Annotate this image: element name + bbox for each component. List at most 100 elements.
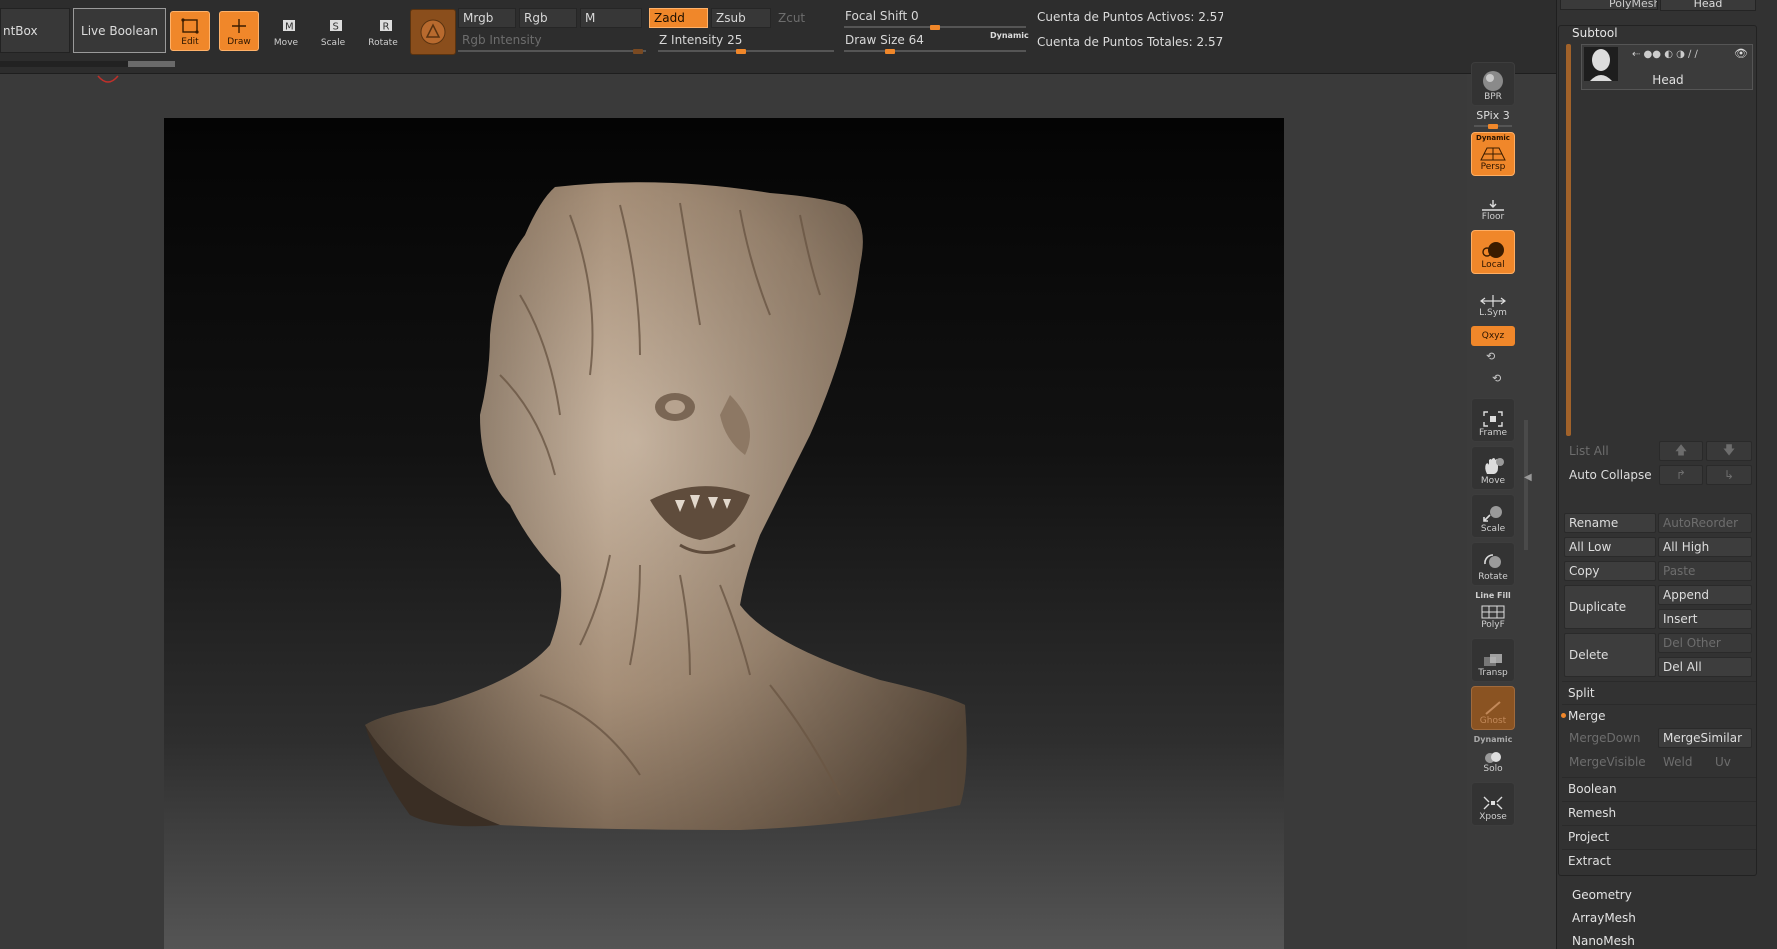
floor-label: Floor — [1481, 212, 1505, 222]
draw-size-value: 64 — [908, 33, 924, 47]
rgb-button[interactable]: Rgb — [519, 8, 577, 28]
zsub-button[interactable]: Zsub — [711, 8, 771, 28]
z-intensity-knob[interactable] — [736, 48, 746, 54]
floor-button[interactable]: Floor — [1471, 182, 1515, 226]
scale-button[interactable]: S Scale — [313, 11, 353, 51]
geometry-menu[interactable]: Geometry — [1572, 888, 1632, 902]
head-model[interactable] — [340, 175, 980, 838]
auto-collapse-button[interactable]: Auto Collapse — [1564, 465, 1656, 485]
draw-button[interactable]: Draw — [219, 11, 259, 51]
all-high-button[interactable]: All High — [1658, 537, 1752, 557]
right-shelf: BPR SPix 3 Dynamic Persp Floor Local L.S… — [1468, 62, 1518, 837]
focal-shift-value: 0 — [911, 9, 919, 23]
split-section[interactable]: Split — [1562, 681, 1756, 703]
delete-button[interactable]: Delete — [1564, 633, 1656, 677]
move-view-button[interactable]: Move — [1471, 446, 1515, 490]
scale-view-button[interactable]: Scale — [1471, 494, 1515, 538]
list-all-button[interactable]: List All — [1564, 441, 1656, 461]
polyf-grid-icon — [1481, 605, 1505, 619]
eye-icon[interactable]: 👁 — [1734, 47, 1748, 60]
xpose-button[interactable]: Xpose — [1471, 782, 1515, 826]
all-low-button[interactable]: All Low — [1564, 537, 1656, 557]
focal-shift-knob[interactable] — [930, 24, 940, 30]
shelf-scrollbar[interactable] — [1524, 420, 1528, 550]
draw-size-slider[interactable] — [844, 48, 1026, 54]
frame-button[interactable]: Frame — [1471, 398, 1515, 442]
polymesh-button[interactable]: PolyMesh3D — [1560, 0, 1658, 10]
insert-button[interactable]: Insert — [1658, 609, 1752, 629]
mergesimilar-button[interactable]: MergeSimilar — [1658, 728, 1752, 748]
rotate-view-button[interactable]: Rotate — [1471, 542, 1515, 586]
xyz-button[interactable]: Qxyz — [1471, 326, 1515, 346]
spix-slider[interactable] — [1474, 123, 1512, 129]
rotate-button[interactable]: R Rotate — [363, 11, 403, 51]
edit-button[interactable]: Edit — [170, 11, 210, 51]
move-up-button[interactable]: 🡅 — [1659, 441, 1703, 461]
draw-label: Draw — [227, 37, 251, 47]
svg-text:S: S — [333, 22, 339, 33]
spix-label[interactable]: SPix 3 — [1468, 109, 1518, 122]
rotate-z-icon[interactable]: ⟲ — [1492, 372, 1501, 385]
top-scrollbar[interactable] — [0, 61, 175, 67]
lightbox-button[interactable]: ntBox — [0, 8, 70, 53]
z-intensity-field: Z Intensity 25 — [655, 30, 835, 50]
lsym-button[interactable]: L.Sym — [1471, 278, 1515, 322]
z-intensity-slider[interactable] — [658, 48, 834, 54]
brush-selector[interactable] — [410, 9, 456, 55]
subtool-scrollbar[interactable] — [1566, 44, 1571, 436]
top-scrollbar-thumb[interactable] — [128, 61, 175, 67]
rotate-view-icon — [1484, 554, 1501, 568]
rgb-intensity-slider[interactable] — [458, 48, 646, 54]
paste-button[interactable]: Paste — [1658, 561, 1752, 581]
merge-section[interactable]: Merge — [1562, 704, 1756, 726]
arraymesh-menu[interactable]: ArrayMesh — [1572, 911, 1636, 925]
live-boolean-button[interactable]: Live Boolean — [73, 8, 166, 53]
draw-size-label: Draw Size — [845, 33, 905, 47]
subtool-visibility-toggles[interactable]: ⇠ ●● ◐ ◑ ∕ ∕ — [1632, 49, 1698, 60]
dynamic-toggle[interactable]: Dynamic — [990, 31, 1029, 40]
extract-section[interactable]: Extract — [1562, 849, 1756, 871]
persp-button[interactable]: Dynamic Persp — [1471, 132, 1515, 176]
move-down-button[interactable]: 🡇 — [1706, 441, 1752, 461]
zadd-button[interactable]: Zadd — [649, 8, 708, 28]
mergevisible-button[interactable]: MergeVisible — [1564, 752, 1656, 772]
rename-button[interactable]: Rename — [1564, 513, 1656, 533]
rotate-view-label: Rotate — [1478, 572, 1508, 582]
spix-knob[interactable] — [1488, 123, 1498, 129]
focal-shift-slider[interactable] — [844, 24, 1026, 30]
draw-size-knob[interactable] — [885, 48, 895, 54]
remesh-section[interactable]: Remesh — [1562, 801, 1756, 823]
arrow-right-up-button[interactable]: ↱ — [1659, 465, 1703, 485]
mergedown-button[interactable]: MergeDown — [1564, 728, 1656, 748]
del-other-button[interactable]: Del Other — [1658, 633, 1752, 653]
copy-button[interactable]: Copy — [1564, 561, 1656, 581]
rotate-y-icon[interactable]: ⟲ — [1486, 350, 1495, 363]
subtool-title[interactable]: Subtool — [1572, 26, 1618, 40]
arrow-turn-down-icon: ↳ — [1723, 468, 1735, 482]
nanomesh-menu[interactable]: NanoMesh — [1572, 934, 1635, 948]
project-section[interactable]: Project — [1562, 825, 1756, 847]
mrgb-button[interactable]: Mrgb — [458, 8, 516, 28]
local-button[interactable]: Local — [1471, 230, 1515, 274]
transp-button[interactable]: Transp — [1471, 638, 1515, 682]
del-all-button[interactable]: Del All — [1658, 657, 1752, 677]
head-tool-tab[interactable]: Head — [1660, 0, 1756, 11]
bpr-button[interactable]: BPR — [1471, 62, 1515, 106]
transp-icon — [1484, 654, 1502, 666]
append-button[interactable]: Append — [1658, 585, 1752, 605]
weld-button[interactable]: Weld — [1658, 752, 1708, 772]
arrow-right-down-button[interactable]: ↳ — [1706, 465, 1752, 485]
collapse-arrow-icon[interactable]: ◀ — [1524, 472, 1532, 483]
zcut-button[interactable]: Zcut — [774, 8, 834, 28]
move-button[interactable]: M Move — [266, 11, 306, 51]
subtool-item-head[interactable]: ⇠ ●● ◐ ◑ ∕ ∕ 👁 Head — [1581, 44, 1753, 90]
rgb-intensity-knob[interactable] — [633, 48, 643, 54]
solo-button[interactable]: Dynamic Solo — [1471, 734, 1515, 778]
autoreorder-button[interactable]: AutoReorder — [1658, 513, 1752, 533]
boolean-section[interactable]: Boolean — [1562, 777, 1756, 799]
uv-button[interactable]: Uv — [1710, 752, 1752, 772]
polyf-button[interactable]: Line Fill PolyF — [1471, 590, 1515, 634]
ghost-button[interactable]: Ghost — [1471, 686, 1515, 730]
m-button[interactable]: M — [580, 8, 642, 28]
duplicate-button[interactable]: Duplicate — [1564, 585, 1656, 629]
